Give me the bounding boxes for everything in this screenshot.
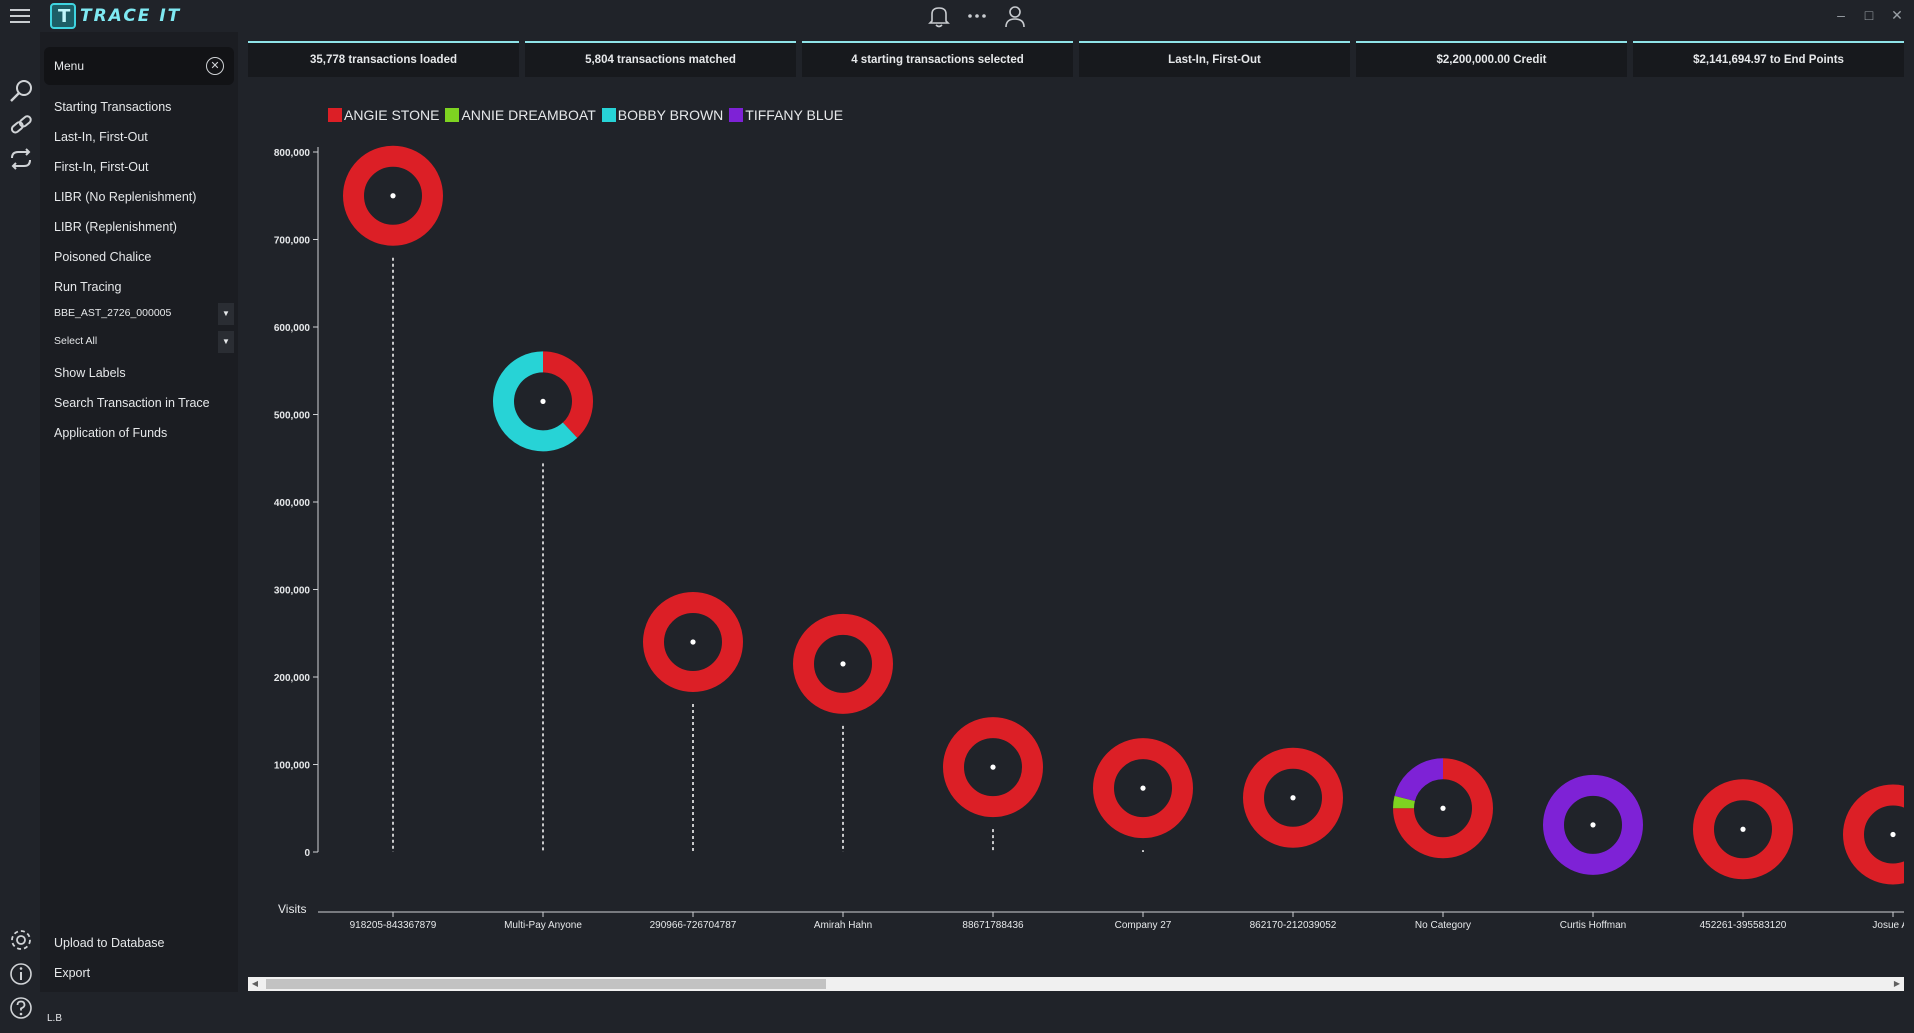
x-tick-label: Company 27: [1115, 920, 1172, 931]
menu-item-export[interactable]: Export: [54, 966, 90, 980]
close-window-icon[interactable]: ✕: [1890, 6, 1904, 24]
menu-item-fifo[interactable]: First-In, First-Out: [54, 160, 148, 174]
stats-bar: 35,778 transactions loaded 5,804 transac…: [248, 41, 1904, 77]
x-tick-label: Curtis Hoffman: [1560, 920, 1627, 931]
title-bar: TRACE IT – □ ✕: [0, 0, 1914, 32]
menu-item-application-of-funds[interactable]: Application of Funds: [54, 426, 167, 440]
y-tick-label: 800,000: [274, 148, 311, 159]
x-tick-label: 452261-395583120: [1700, 920, 1787, 931]
settings-icon[interactable]: [8, 927, 34, 953]
donut-segment: [542, 351, 593, 438]
window-controls: – □ ✕: [1834, 6, 1904, 24]
menu-item-upload-to-database[interactable]: Upload to Database: [54, 936, 165, 950]
minimize-icon[interactable]: –: [1834, 6, 1848, 24]
scroll-right-icon[interactable]: ▶: [1890, 977, 1904, 991]
donut-segment: [1843, 784, 1904, 885]
menu-label: Menu: [54, 59, 85, 73]
donut-center-dot: [1590, 822, 1596, 828]
y-tick-label: 200,000: [274, 673, 311, 684]
case-select-value: BBE_AST_2726_000005: [54, 307, 172, 319]
stat-transactions-loaded: 35,778 transactions loaded: [248, 41, 519, 77]
app-logo: TRACE IT: [50, 3, 181, 29]
menu-item-lifo[interactable]: Last-In, First-Out: [54, 130, 148, 144]
menu-item-search-transaction[interactable]: Search Transaction in Trace: [54, 396, 210, 410]
info-icon[interactable]: [8, 961, 34, 987]
donut-center-dot: [690, 639, 696, 645]
menu-item-poisoned-chalice[interactable]: Poisoned Chalice: [54, 250, 151, 264]
menu-item-show-labels[interactable]: Show Labels: [54, 366, 126, 380]
chart-svg: 0 100,000 200,000 300,000 400,000 500,000 600,…: [274, 145, 1904, 931]
donut-center-dot: [1290, 795, 1296, 801]
more-icon[interactable]: [966, 4, 988, 28]
scroll-left-icon[interactable]: ◀: [248, 977, 262, 991]
icon-rail: [0, 32, 40, 1033]
maximize-icon[interactable]: □: [1862, 6, 1876, 24]
filter-select[interactable]: Select All ▼: [50, 331, 234, 353]
y-tick-label: 400,000: [274, 498, 311, 509]
menu-item-libr-no-replenishment[interactable]: LIBR (No Replenishment): [54, 190, 196, 204]
scrollbar-thumb[interactable]: [266, 979, 826, 989]
y-tick-label: 700,000: [274, 236, 311, 247]
y-tick-label: 500,000: [274, 411, 311, 422]
filter-select-value: Select All: [54, 335, 98, 347]
x-tick-label: 918205-843367879: [350, 920, 437, 931]
menu-item-libr-replenishment[interactable]: LIBR (Replenishment): [54, 220, 177, 234]
top-icons: [928, 4, 1026, 28]
y-tick-label: 100,000: [274, 761, 311, 772]
donut-segment: [1394, 758, 1444, 802]
menu-header: Menu ✕: [44, 47, 234, 85]
x-axis-label: Visits: [278, 902, 306, 916]
y-tick-label: 0: [304, 848, 310, 859]
donut-center-dot: [540, 398, 546, 404]
menu-item-starting-transactions[interactable]: Starting Transactions: [54, 100, 171, 114]
x-tick-label: 862170-212039052: [1250, 920, 1337, 931]
chevron-down-icon[interactable]: ▼: [218, 331, 234, 353]
stat-transactions-matched: 5,804 transactions matched: [525, 41, 796, 77]
x-tick-label: Josue Ag: [1872, 920, 1904, 931]
app-title: TRACE IT: [80, 6, 182, 26]
link-icon[interactable]: [8, 112, 34, 138]
donut-center-dot: [990, 764, 996, 770]
donut-center-dot: [840, 661, 846, 667]
logo-mark: [50, 3, 76, 29]
bell-icon[interactable]: [928, 4, 950, 28]
stat-method: Last-In, First-Out: [1079, 41, 1350, 77]
status-bar: L.B: [40, 1002, 1914, 1033]
donut-center-dot: [1440, 805, 1446, 811]
user-initials: L.B: [47, 1013, 63, 1024]
donut-center-dot: [1740, 826, 1746, 832]
user-icon[interactable]: [1004, 4, 1026, 28]
sync-icon[interactable]: [8, 146, 34, 172]
x-tick-label: Amirah Hahn: [814, 920, 872, 931]
case-select[interactable]: BBE_AST_2726_000005 ▼: [50, 303, 234, 325]
x-tick-label: No Category: [1415, 920, 1471, 931]
donut-center-dot: [1890, 831, 1896, 838]
help-icon[interactable]: [8, 995, 34, 1021]
menu-item-run-tracing[interactable]: Run Tracing: [54, 280, 121, 294]
y-tick-label: 300,000: [274, 586, 311, 597]
stat-end-points: $2,141,694.97 to End Points: [1633, 41, 1904, 77]
x-tick-label: 88671788436: [962, 920, 1024, 931]
hamburger-menu-icon[interactable]: [10, 9, 30, 23]
x-tick-label: 290966-726704787: [650, 920, 737, 931]
search-icon[interactable]: [8, 78, 34, 104]
trace-chart: ANGIE STONE ANNIE DREAMBOAT BOBBY BROWN …: [248, 95, 1904, 975]
chevron-down-icon[interactable]: ▼: [218, 303, 234, 325]
donut-center-dot: [1140, 785, 1146, 791]
x-tick-label: Multi-Pay Anyone: [504, 920, 582, 931]
close-menu-icon[interactable]: ✕: [206, 57, 224, 75]
stat-credit: $2,200,000.00 Credit: [1356, 41, 1627, 77]
donut-center-dot: [390, 193, 396, 199]
donut-segment: [1393, 795, 1415, 809]
horizontal-scrollbar[interactable]: ◀ ▶: [248, 977, 1904, 991]
stat-starting-selected: 4 starting transactions selected: [802, 41, 1073, 77]
y-tick-label: 600,000: [274, 323, 311, 334]
sidebar-menu: Menu ✕ Starting Transactions Last-In, Fi…: [40, 32, 238, 992]
